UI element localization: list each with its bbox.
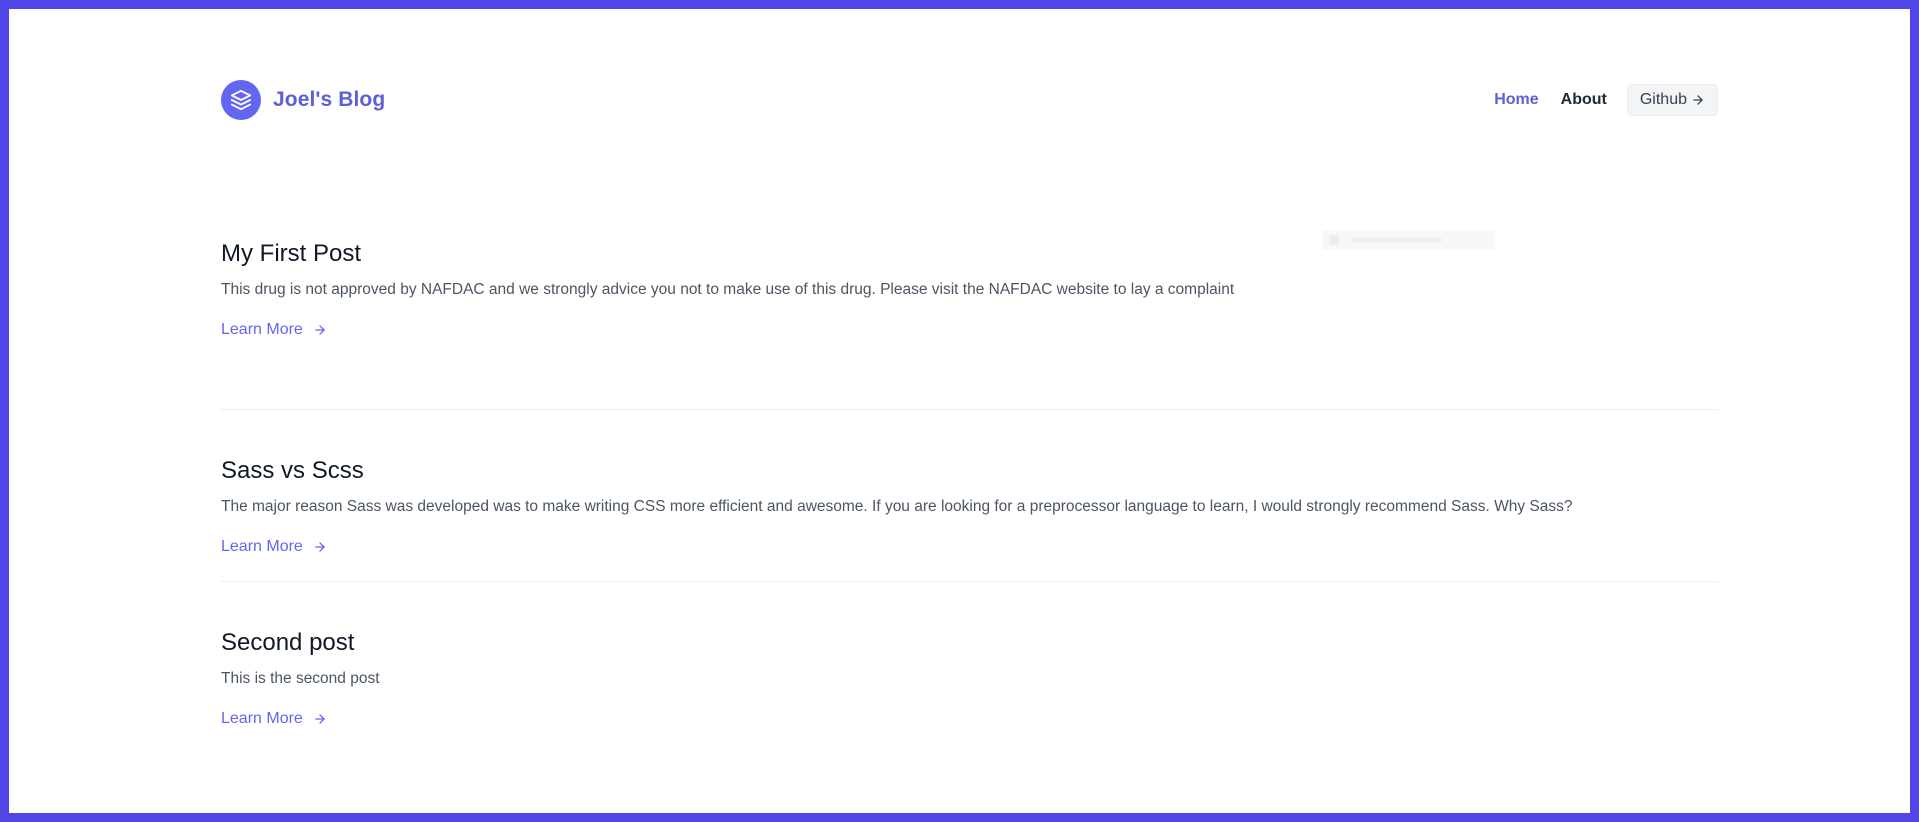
arrow-right-icon	[313, 540, 327, 554]
learn-more-label: Learn More	[221, 538, 303, 555]
learn-more-link[interactable]: Learn More	[221, 710, 327, 728]
github-button-label: Github	[1639, 91, 1687, 108]
post-excerpt: This drug is not approved by NAFDAC and …	[221, 281, 1235, 298]
site-header: Joel's Blog Home About Github	[221, 79, 1718, 121]
faint-overlay-chip	[1322, 230, 1495, 250]
main-nav: Home About Github	[1494, 79, 1718, 121]
page-frame: Joel's Blog Home About Github My First P…	[0, 0, 1919, 822]
post-excerpt: This is the second post	[221, 670, 380, 687]
post-title: Second post	[221, 629, 355, 656]
learn-more-link[interactable]: Learn More	[221, 321, 327, 339]
nav-about-link[interactable]: About	[1561, 91, 1607, 109]
post-item: Second post This is the second post Lear…	[221, 581, 1718, 753]
stack-icon	[221, 80, 261, 120]
post-item: Sass vs Scss The major reason Sass was d…	[221, 409, 1718, 581]
faint-overlay-icon	[1329, 235, 1339, 245]
post-item: My First Post This drug is not approved …	[221, 237, 1718, 409]
learn-more-label: Learn More	[221, 710, 303, 727]
nav-home-link[interactable]: Home	[1494, 91, 1538, 109]
learn-more-link[interactable]: Learn More	[221, 538, 327, 556]
post-title: My First Post	[221, 240, 362, 267]
post-title: Sass vs Scss	[221, 457, 364, 484]
github-button[interactable]: Github	[1626, 84, 1718, 116]
faint-overlay-bar	[1352, 237, 1442, 243]
arrow-right-icon	[313, 323, 327, 337]
post-excerpt: The major reason Sass was developed was …	[221, 498, 1573, 515]
learn-more-label: Learn More	[221, 321, 303, 338]
post-list: My First Post This drug is not approved …	[221, 237, 1718, 753]
arrow-right-icon	[313, 712, 327, 726]
brand-link[interactable]: Joel's Blog	[221, 79, 385, 121]
arrow-right-icon	[1691, 93, 1705, 107]
brand-name: Joel's Blog	[273, 88, 386, 111]
